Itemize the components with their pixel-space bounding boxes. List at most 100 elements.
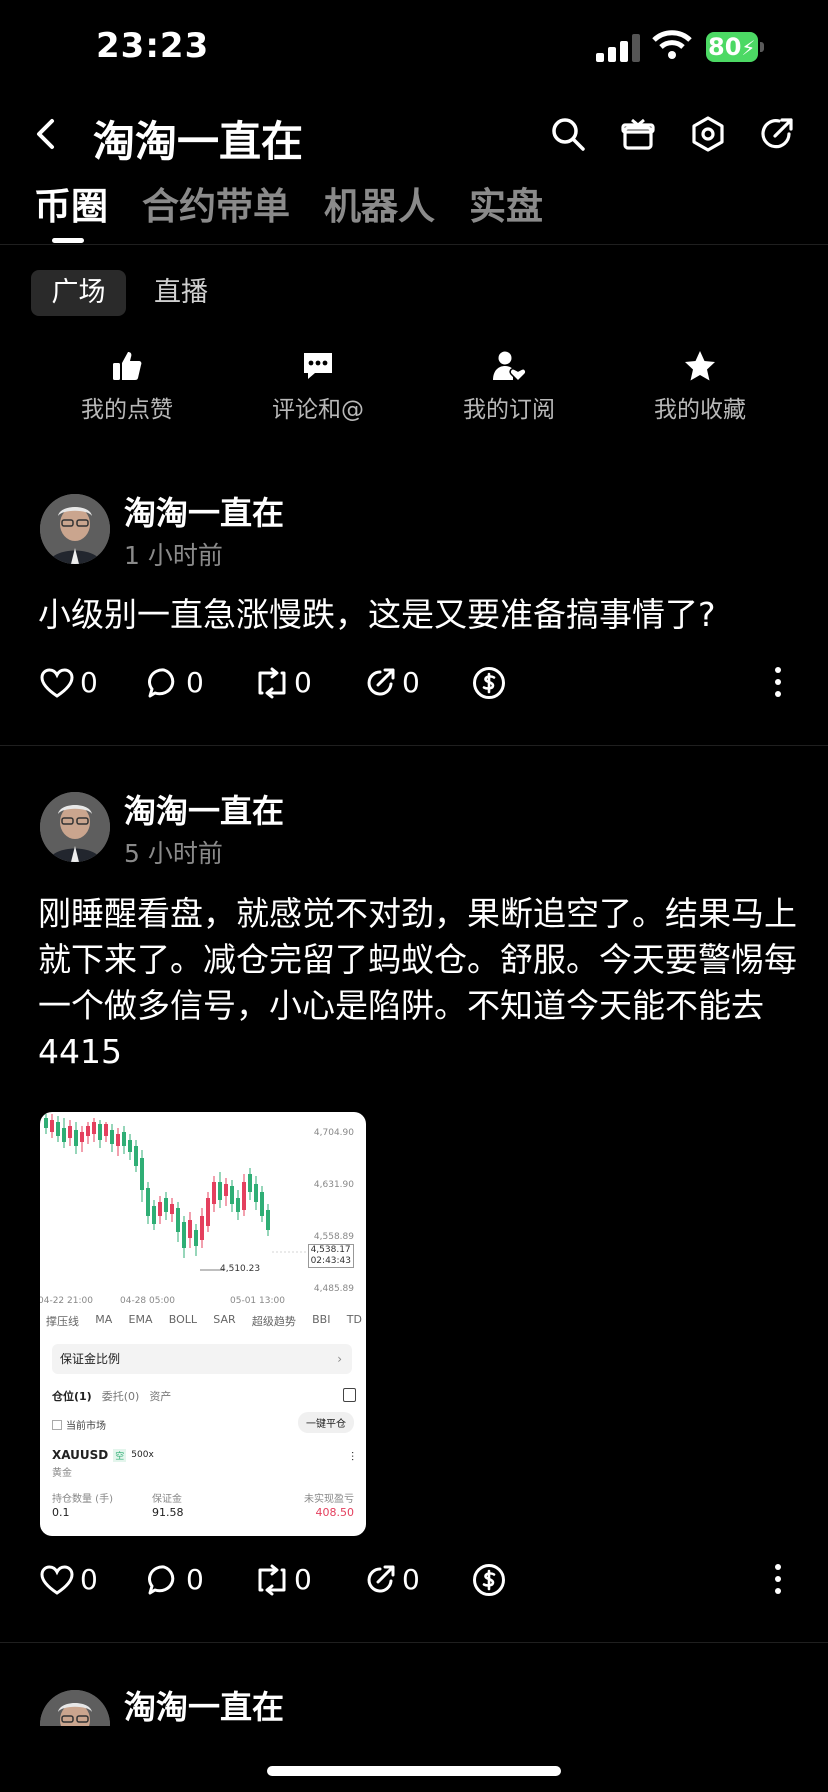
post-text: 小级别一直急涨慢跌，这是又要准备搞事情了? [38,595,716,634]
chart-candles-icon[interactable]: ⫶ [351,1450,354,1465]
dollar-coin-icon [473,1564,505,1596]
heart-icon [40,1564,74,1595]
share-count: 0 [402,1563,420,1596]
position-tabs: 仓位(1) 委托(0) 资产 [52,1388,171,1404]
user-heart-icon [493,351,526,382]
my-favorites-label: 我的收藏 [654,397,746,423]
battery-level: 80 [708,33,742,61]
leverage-badge: 500x [131,1450,154,1460]
avatar[interactable] [40,792,110,862]
home-indicator[interactable] [267,1766,561,1776]
qty-header: 持仓数量 (手) [52,1494,113,1505]
close-all-button[interactable]: 一键平仓 [298,1412,354,1433]
repost-icon [258,1564,286,1595]
comments-mentions-button[interactable]: 评论和@ [238,350,398,424]
post-divider [0,1642,828,1643]
share-post-button[interactable]: 0 [364,666,420,699]
current-market-label: 当前市场 [66,1421,106,1432]
search-icon[interactable] [550,116,586,152]
comment-bubble-icon [148,667,175,697]
tab-bots[interactable]: 机器人 [324,176,435,230]
comment-icon [304,353,332,379]
my-likes-button[interactable]: 我的点赞 [47,350,207,424]
y-label: 4,485.89 [313,1284,354,1294]
more-icon[interactable] [774,666,782,698]
settings-icon[interactable] [690,116,726,152]
share-post-button[interactable]: 0 [364,1563,420,1596]
tab-copy-trading[interactable]: 合约带单 [142,176,290,230]
tip-button[interactable] [472,666,506,700]
indicator-tab[interactable]: EMA [129,1313,153,1329]
post-username[interactable]: 淘淘一直在 [124,786,284,832]
like-button[interactable]: 0 [40,666,98,699]
subtab-live[interactable]: 直播 [154,270,208,316]
share-icon[interactable] [759,116,795,152]
pnl-header: 未实现盈亏 [304,1494,354,1505]
post-time: 1 小时前 [124,541,223,570]
indicator-tab[interactable]: SAR [213,1313,235,1329]
comment-count: 0 [186,1563,204,1596]
share-arrow-icon [367,1565,395,1592]
post-actions: 0 0 0 0 [40,666,790,706]
battery-cap [760,42,764,52]
indicator-tab[interactable]: BOLL [169,1313,197,1329]
cellular-signal-icon [596,34,640,62]
wifi-icon [652,30,692,64]
star-icon [685,351,715,381]
share-count: 0 [402,666,420,699]
checkbox-icon[interactable] [52,1419,62,1430]
post-username[interactable]: 淘淘一直在 [124,488,284,534]
repost-icon [258,667,286,698]
margin-ratio-row[interactable]: 保证金比例 › [52,1344,352,1374]
post-username[interactable]: 淘淘一直在 [124,1682,284,1726]
back-icon[interactable] [34,118,58,154]
comment-button[interactable]: 0 [148,666,204,699]
like-count: 0 [80,666,98,699]
top-tabs: 币圈 合约带单 机器人 实盘 [34,176,577,230]
avatar[interactable] [40,494,110,564]
tip-button[interactable] [472,1563,506,1597]
y-label: 4,704.90 [313,1128,354,1138]
history-icon[interactable] [343,1388,356,1402]
symbol: XAUUSD [52,1448,109,1462]
indicator-tab[interactable]: 超级趋势 [252,1313,296,1329]
indicator-tab[interactable]: MA [95,1313,112,1329]
subtab-square[interactable]: 广场 [31,270,126,316]
price-tag: 4,538.17 02:43:43 [307,1244,354,1268]
avatar[interactable] [40,1690,110,1726]
comment-count: 0 [186,666,204,699]
tab-orders[interactable]: 委托(0) [102,1388,140,1404]
post-time: 5 小时前 [124,839,223,868]
like-button[interactable]: 0 [40,1563,98,1596]
indicator-tab[interactable]: 撑压线 [46,1313,79,1329]
share-arrow-icon [367,668,395,695]
my-favorites-button[interactable]: 我的收藏 [620,350,780,424]
y-label: 4,558.89 [313,1232,354,1242]
x-label: 04-22 21:00 [40,1296,93,1306]
candle-countdown: 02:43:43 [310,1256,351,1266]
current-market-filter[interactable]: 当前市场 [52,1417,106,1432]
qty-value: 0.1 [52,1506,70,1519]
tab-positions[interactable]: 仓位(1) [52,1388,92,1404]
repost-count: 0 [294,666,312,699]
post-text: 刚睡醒看盘，就感觉不对劲，果断追空了。结果马上就下来了。减仓完留了蚂蚁仓。舒服。… [38,894,797,1071]
comment-button[interactable]: 0 [148,1563,204,1596]
repost-button[interactable]: 0 [256,666,312,699]
gift-icon[interactable] [620,116,656,152]
indicator-tab[interactable]: TD [347,1313,362,1329]
repost-button[interactable]: 0 [256,1563,312,1596]
tab-coin-circle[interactable]: 币圈 [34,176,108,230]
post-image[interactable]: 4,704.90 4,631.90 4,558.89 4,485.89 4,53… [40,1112,366,1536]
position-symbol-row: XAUUSD 空 500x [52,1448,154,1462]
tab-assets[interactable]: 资产 [149,1388,171,1404]
tab-live-trading[interactable]: 实盘 [469,176,543,230]
symbol-name: 黄金 [52,1468,72,1479]
my-subscriptions-button[interactable]: 我的订阅 [429,350,589,424]
comments-mentions-label: 评论和@ [272,397,364,423]
margin-value: 91.58 [152,1506,184,1519]
active-tab-indicator [52,238,84,243]
indicator-tab[interactable]: BBI [312,1313,330,1329]
more-icon[interactable] [774,1563,782,1595]
status-time: 23:23 [96,26,210,66]
comment-bubble-icon [148,1564,175,1594]
